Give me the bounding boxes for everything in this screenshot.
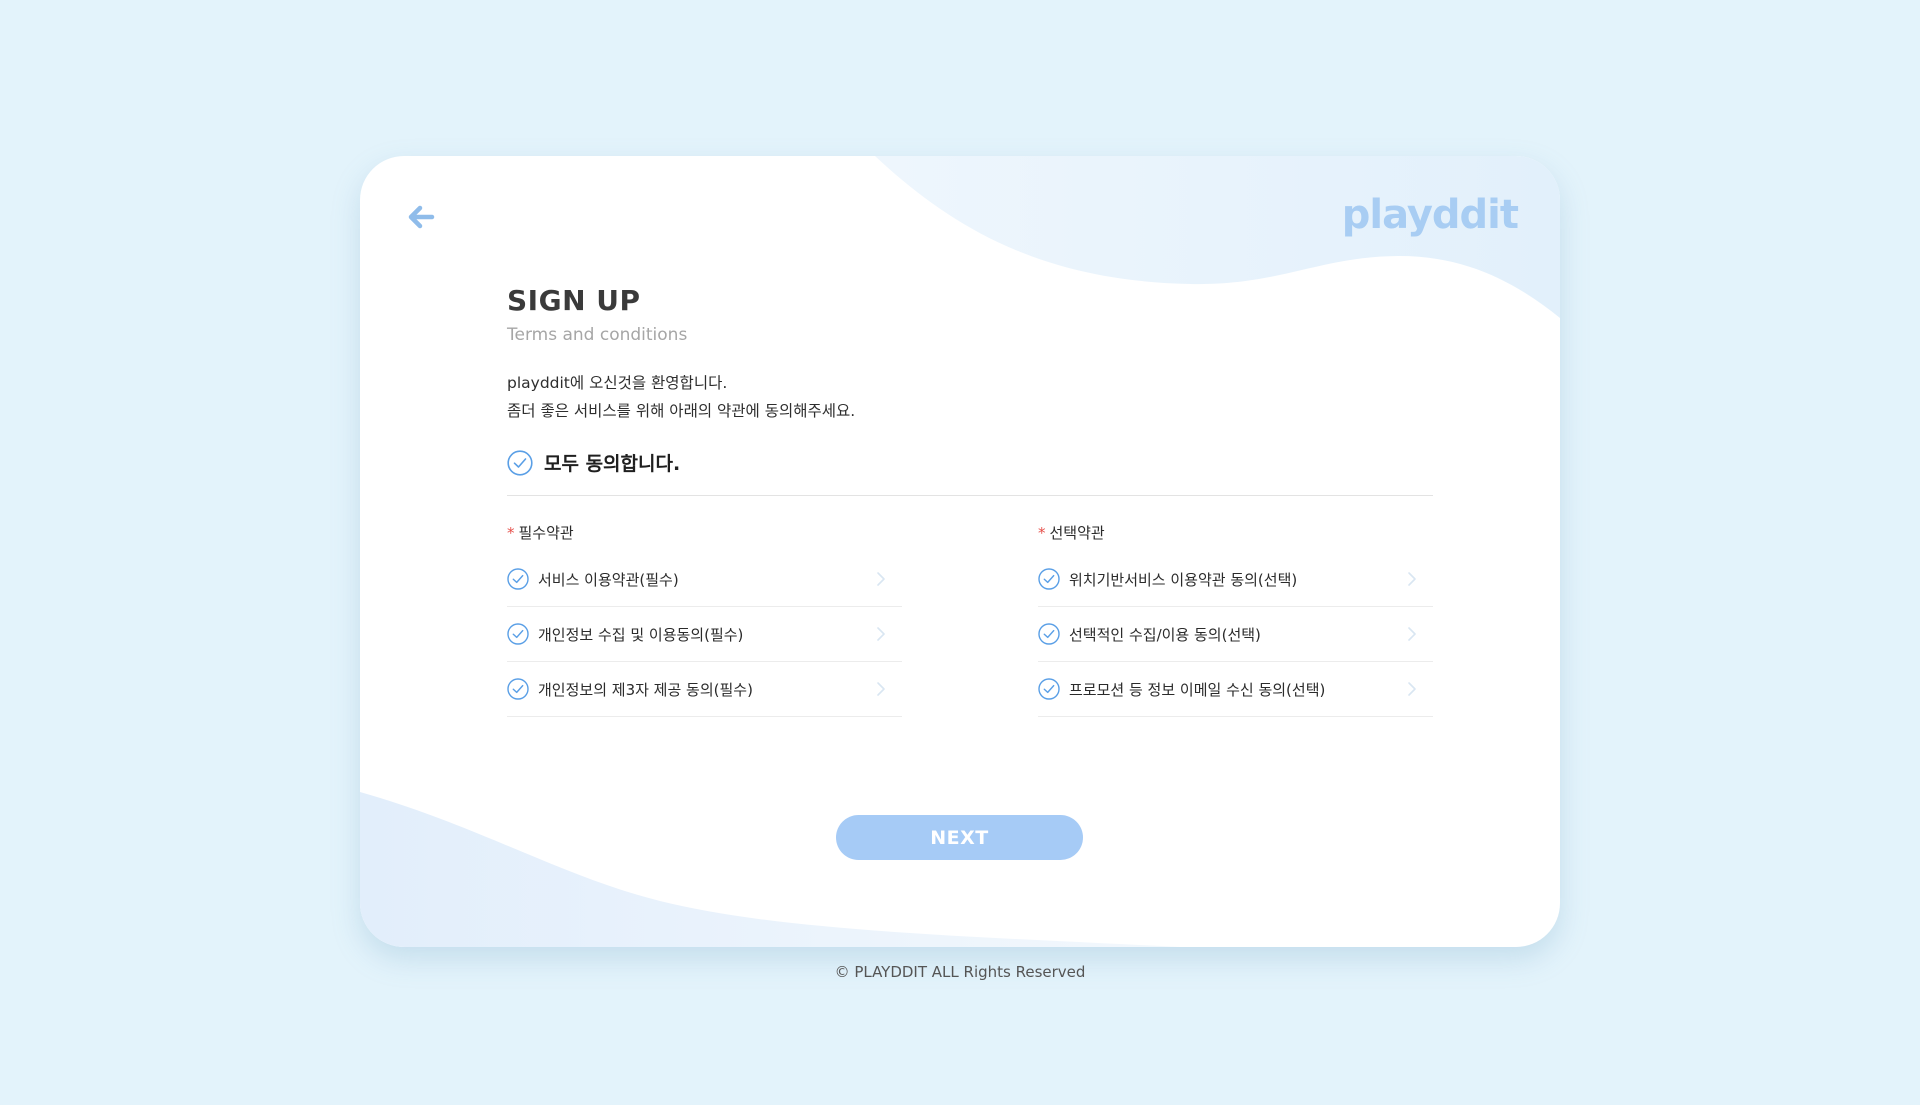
optional-terms-title: 선택약관 — [1049, 524, 1105, 542]
back-button[interactable] — [404, 200, 438, 234]
term-promotion-email-checkbox[interactable]: 프로모션 등 정보 이메일 수신 동의(선택) — [1038, 662, 1433, 717]
page-title: SIGN UP — [507, 284, 641, 317]
playddit-logo: playddit — [1341, 192, 1519, 238]
chevron-right-icon[interactable] — [1407, 571, 1417, 587]
terms-columns: * 필수약관 서비스 이용약관(필수) 개인정보 수집 및 이용동의(필수) 개… — [507, 522, 1433, 717]
required-star: * — [1038, 524, 1046, 542]
term-label: 서비스 이용약관(필수) — [538, 570, 679, 589]
agree-all-label: 모두 동의합니다. — [544, 453, 681, 475]
terms-form: SIGN UP Terms and conditions playddit에 오… — [507, 284, 1433, 717]
check-circle-icon — [1038, 568, 1060, 590]
term-location-checkbox[interactable]: 위치기반서비스 이용약관 동의(선택) — [1038, 552, 1433, 607]
next-button[interactable]: NEXT — [836, 815, 1083, 860]
chevron-right-icon[interactable] — [1407, 681, 1417, 697]
check-circle-icon — [1038, 678, 1060, 700]
required-terms-section: * 필수약관 서비스 이용약관(필수) 개인정보 수집 및 이용동의(필수) 개… — [507, 522, 902, 717]
term-label: 프로모션 등 정보 이메일 수신 동의(선택) — [1069, 680, 1326, 699]
optional-terms-heading: * 선택약관 — [1038, 522, 1433, 543]
term-optional-collection-checkbox[interactable]: 선택적인 수집/이용 동의(선택) — [1038, 607, 1433, 662]
footer-copyright: © PLAYDDIT ALL Rights Reserved — [834, 963, 1086, 981]
optional-terms-section: * 선택약관 위치기반서비스 이용약관 동의(선택) 선택적인 수집/이용 동의… — [1038, 522, 1433, 717]
chevron-right-icon[interactable] — [1407, 626, 1417, 642]
welcome-line: playddit에 오신것을 환영합니다. — [507, 374, 728, 392]
required-star: * — [507, 524, 515, 542]
chevron-right-icon[interactable] — [876, 626, 886, 642]
welcome-line: 좀더 좋은 서비스를 위해 아래의 약관에 동의해주세요. — [507, 402, 856, 420]
check-circle-icon — [507, 678, 529, 700]
term-privacy-collection-checkbox[interactable]: 개인정보 수집 및 이용동의(필수) — [507, 607, 902, 662]
check-circle-icon — [507, 623, 529, 645]
required-terms-heading: * 필수약관 — [507, 522, 902, 543]
arrow-left-icon — [408, 205, 435, 229]
signup-card: playddit SIGN UP Terms and conditions pl… — [360, 156, 1560, 947]
term-label: 개인정보 수집 및 이용동의(필수) — [538, 625, 744, 644]
term-service-checkbox[interactable]: 서비스 이용약관(필수) — [507, 552, 902, 607]
page-subtitle: Terms and conditions — [507, 325, 688, 345]
check-circle-icon — [507, 568, 529, 590]
required-terms-title: 필수약관 — [518, 524, 574, 542]
chevron-right-icon[interactable] — [876, 681, 886, 697]
welcome-message: playddit에 오신것을 환영합니다. 좀더 좋은 서비스를 위해 아래의 … — [507, 369, 1433, 425]
term-third-party-checkbox[interactable]: 개인정보의 제3자 제공 동의(필수) — [507, 662, 902, 717]
term-label: 위치기반서비스 이용약관 동의(선택) — [1069, 570, 1298, 589]
term-label: 개인정보의 제3자 제공 동의(필수) — [538, 680, 753, 699]
check-circle-icon — [1038, 623, 1060, 645]
term-label: 선택적인 수집/이용 동의(선택) — [1069, 625, 1261, 644]
chevron-right-icon[interactable] — [876, 571, 886, 587]
agree-all-checkbox[interactable]: 모두 동의합니다. — [507, 449, 1433, 496]
check-circle-icon — [507, 449, 533, 476]
